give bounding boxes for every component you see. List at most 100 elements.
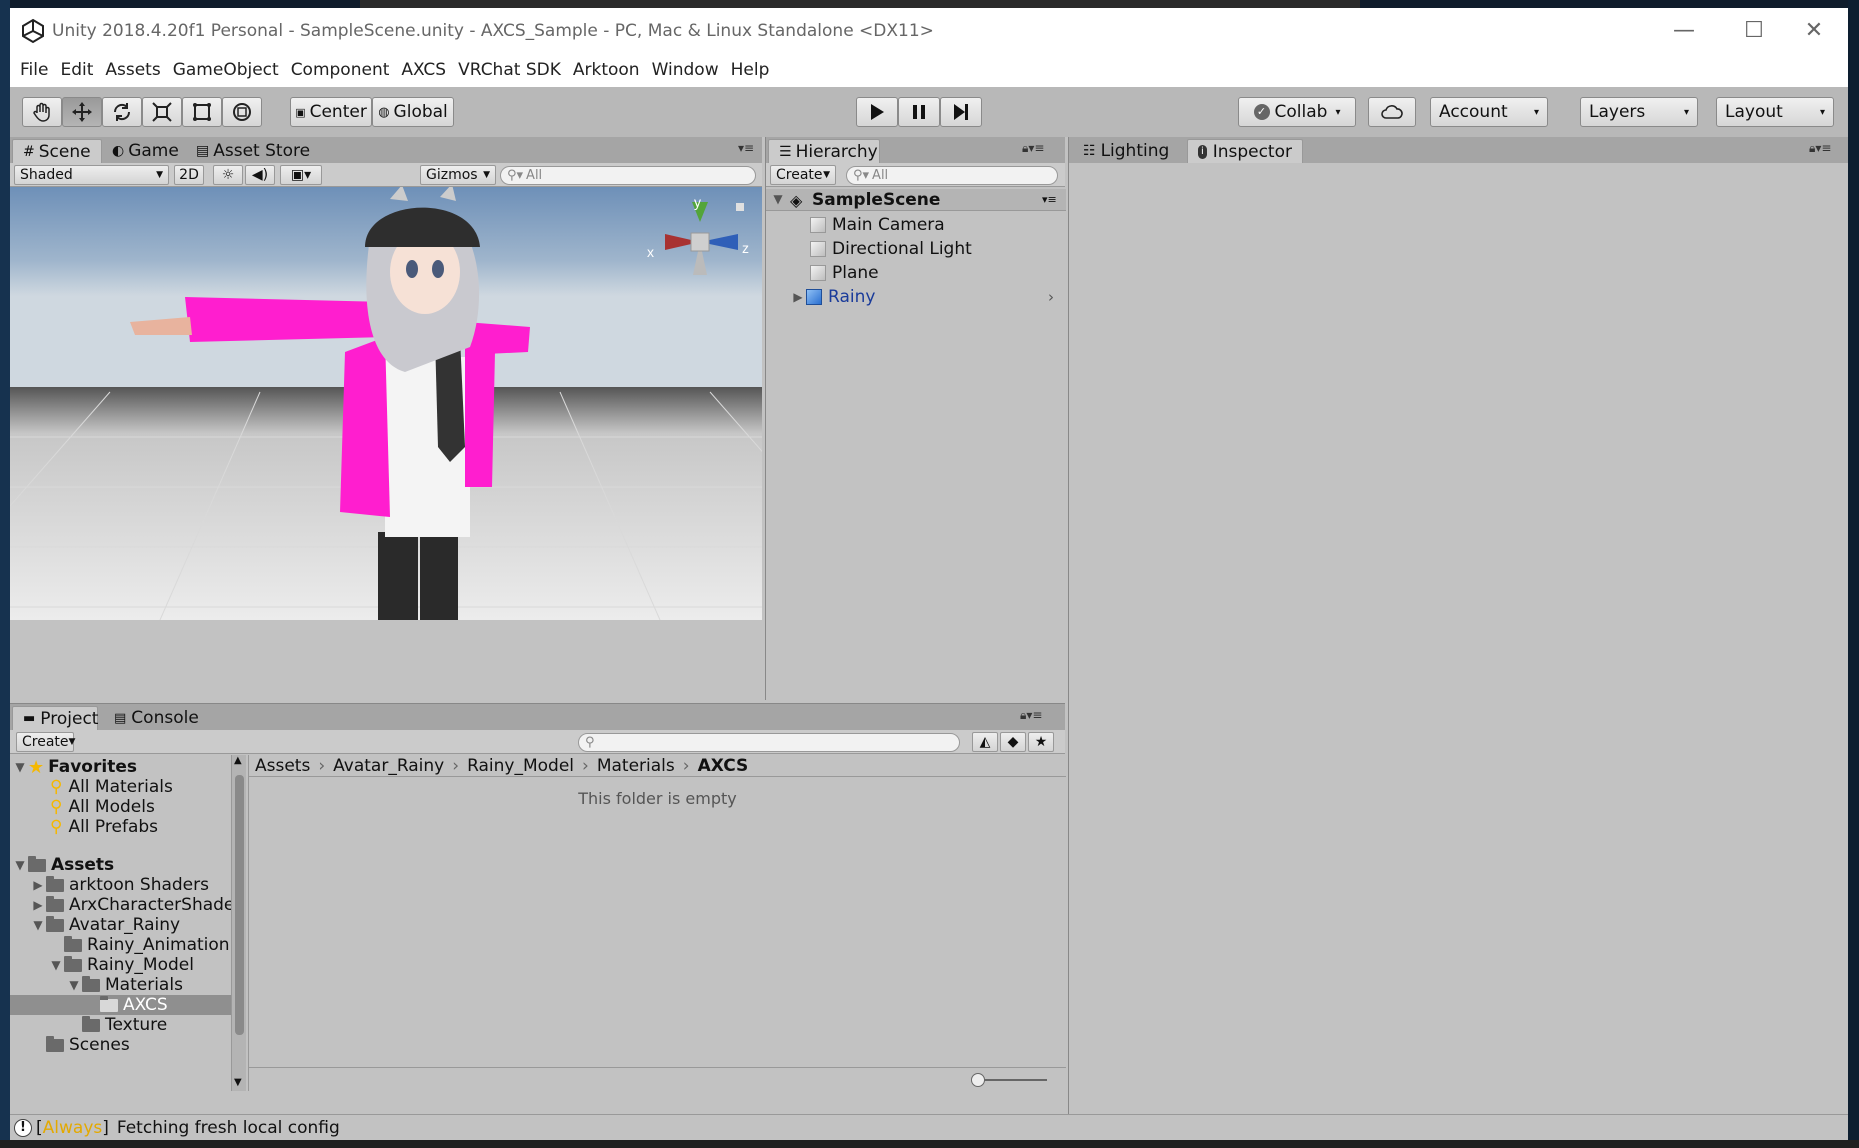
expand-arrow-icon[interactable]: ▼ <box>66 978 82 992</box>
rect-transform-icon <box>193 103 211 121</box>
transform-tool-button[interactable] <box>222 97 262 127</box>
scrollbar-thumb[interactable] <box>235 775 244 1035</box>
menu-window[interactable]: Window <box>646 53 725 87</box>
menu-axcs[interactable]: AXCS <box>395 53 452 87</box>
minimize-button[interactable]: — <box>1650 8 1718 53</box>
folder-tree-item[interactable]: ▼ Avatar_Rainy <box>30 915 180 935</box>
hierarchy-item[interactable]: Main Camera <box>810 215 945 235</box>
lighting-toggle[interactable]: ☼ <box>213 165 243 185</box>
move-tool-button[interactable] <box>62 97 102 127</box>
hierarchy-item-prefab[interactable]: ▶ Rainy › <box>790 287 1060 307</box>
gizmos-dropdown[interactable]: Gizmos ▼ <box>420 165 496 185</box>
favorite-item[interactable]: ⚲ All Models <box>50 797 155 817</box>
scroll-down-icon[interactable]: ▼ <box>234 1077 242 1088</box>
scene-header-row[interactable]: ▼ ◈ SampleScene ▾≡ <box>766 189 1066 211</box>
menu-file[interactable]: File <box>14 53 54 87</box>
filter-type-button[interactable]: ◭ <box>972 732 998 752</box>
folder-tree-item[interactable]: Texture <box>66 1015 167 1035</box>
menu-gameobject[interactable]: GameObject <box>167 53 285 87</box>
collab-button[interactable]: ✓ Collab ▾ <box>1238 97 1356 127</box>
close-button[interactable]: ✕ <box>1780 8 1848 53</box>
pause-button[interactable] <box>898 97 940 127</box>
space-global-button[interactable]: ◍ Global <box>372 97 454 127</box>
breadcrumb-item[interactable]: Materials <box>597 756 675 776</box>
tab-inspector[interactable]: i Inspector <box>1187 139 1303 163</box>
panel-menu-icon[interactable]: ▾≡ <box>738 141 754 155</box>
menu-vrchat-sdk[interactable]: VRChat SDK <box>452 53 567 87</box>
menu-arktoon[interactable]: Arktoon <box>567 53 646 87</box>
play-button[interactable] <box>856 97 898 127</box>
scale-tool-button[interactable] <box>142 97 182 127</box>
tab-console[interactable]: ▤ Console <box>104 706 209 730</box>
tab-game[interactable]: ◐ Game <box>102 139 189 163</box>
zoom-slider-track[interactable] <box>977 1079 1047 1081</box>
scene-options-icon[interactable]: ▾≡ <box>1042 193 1057 206</box>
project-create-dropdown[interactable]: Create ▼ <box>16 732 75 752</box>
cloud-button[interactable] <box>1368 97 1416 127</box>
expand-arrow-icon[interactable]: ▼ <box>12 858 28 872</box>
folder-tree-item[interactable]: Rainy_Animation <box>48 935 230 955</box>
step-button[interactable] <box>940 97 982 127</box>
tab-lighting[interactable]: ☷ Lighting <box>1073 139 1179 163</box>
lock-icon[interactable]: 🔒︎▾≡ <box>1020 708 1042 723</box>
lock-icon[interactable]: 🔒︎▾≡ <box>1022 141 1044 156</box>
expand-arrow-icon[interactable]: ▼ <box>770 192 786 206</box>
menu-component[interactable]: Component <box>285 53 396 87</box>
favorite-button[interactable]: ★ <box>1028 732 1054 752</box>
breadcrumb-item[interactable]: Rainy_Model <box>467 756 574 776</box>
tab-hierarchy[interactable]: ☰ Hierarchy <box>768 139 880 163</box>
breadcrumb-item[interactable]: Assets <box>255 756 310 776</box>
tree-scrollbar[interactable]: ▲ ▼ <box>231 755 246 1091</box>
folder-tree-item[interactable]: ▶ arktoon Shaders <box>30 875 209 895</box>
scene-viewport[interactable]: y x z <box>10 187 762 620</box>
expand-arrow-icon[interactable]: ▶ <box>30 898 46 912</box>
tab-scene[interactable]: # Scene <box>12 139 102 163</box>
rotate-tool-button[interactable] <box>102 97 142 127</box>
audio-toggle[interactable]: ◀) <box>245 165 275 185</box>
expand-arrow-icon[interactable]: ▶ <box>790 290 806 304</box>
filter-label-button[interactable]: ◆ <box>1000 732 1026 752</box>
expand-arrow-icon[interactable]: ▼ <box>48 958 64 972</box>
tab-project[interactable]: ▬ Project <box>12 706 98 730</box>
favorites-header[interactable]: ▼ ★ Favorites <box>12 757 137 778</box>
lock-icon[interactable]: 🔒︎▾≡ <box>1809 141 1831 156</box>
hand-tool-button[interactable] <box>22 97 62 127</box>
folder-tree-item-selected[interactable]: AXCS <box>84 995 168 1015</box>
layers-dropdown[interactable]: Layers ▾ <box>1580 97 1698 127</box>
breadcrumb-item-current[interactable]: AXCS <box>698 756 749 776</box>
account-dropdown[interactable]: Account ▾ <box>1430 97 1548 127</box>
folder-tree-item[interactable]: ▶ ArxCharacterShaders <box>30 895 246 915</box>
breadcrumb-item[interactable]: Avatar_Rainy <box>333 756 444 776</box>
scroll-up-icon[interactable]: ▲ <box>234 755 242 766</box>
pivot-center-button[interactable]: ▣ Center <box>290 97 372 127</box>
shading-mode-dropdown[interactable]: Shaded ▼ <box>14 165 169 185</box>
expand-arrow-icon[interactable]: ▼ <box>30 918 46 932</box>
menu-edit[interactable]: Edit <box>54 53 99 87</box>
lock-icon[interactable] <box>736 203 744 211</box>
hierarchy-item[interactable]: Directional Light <box>810 239 972 259</box>
scene-search-input[interactable]: ⚲▾ All <box>500 166 756 185</box>
menu-help[interactable]: Help <box>725 53 776 87</box>
tab-asset-store[interactable]: ▤ Asset Store <box>186 139 320 163</box>
folder-tree-item[interactable]: ▼ Rainy_Model <box>48 955 194 975</box>
folder-tree-item[interactable]: Scenes <box>30 1035 130 1055</box>
expand-arrow-icon[interactable]: ▼ <box>12 760 28 774</box>
hierarchy-item[interactable]: Plane <box>810 263 879 283</box>
assets-root[interactable]: ▼ Assets <box>12 855 114 875</box>
status-bar[interactable]: ! [ Always ] Fetching fresh local config <box>10 1114 1848 1140</box>
rect-tool-button[interactable] <box>182 97 222 127</box>
hierarchy-search-input[interactable]: ⚲▾ All <box>846 166 1058 185</box>
effects-dropdown[interactable]: ▣▾ <box>280 165 322 185</box>
expand-arrow-icon[interactable]: ▶ <box>30 878 46 892</box>
layout-dropdown[interactable]: Layout ▾ <box>1716 97 1834 127</box>
mode-2d-toggle[interactable]: 2D <box>174 165 204 185</box>
menu-assets[interactable]: Assets <box>99 53 166 87</box>
chevron-right-icon[interactable]: › <box>1048 288 1054 306</box>
hierarchy-create-dropdown[interactable]: Create ▼ <box>770 165 836 185</box>
favorite-item[interactable]: ⚲ All Prefabs <box>50 817 158 837</box>
maximize-button[interactable]: ☐ <box>1720 8 1788 53</box>
zoom-slider-handle[interactable] <box>971 1073 985 1087</box>
favorite-item[interactable]: ⚲ All Materials <box>50 777 173 797</box>
folder-tree-item[interactable]: ▼ Materials <box>66 975 183 995</box>
project-search-input[interactable]: ⚲ <box>578 733 960 752</box>
